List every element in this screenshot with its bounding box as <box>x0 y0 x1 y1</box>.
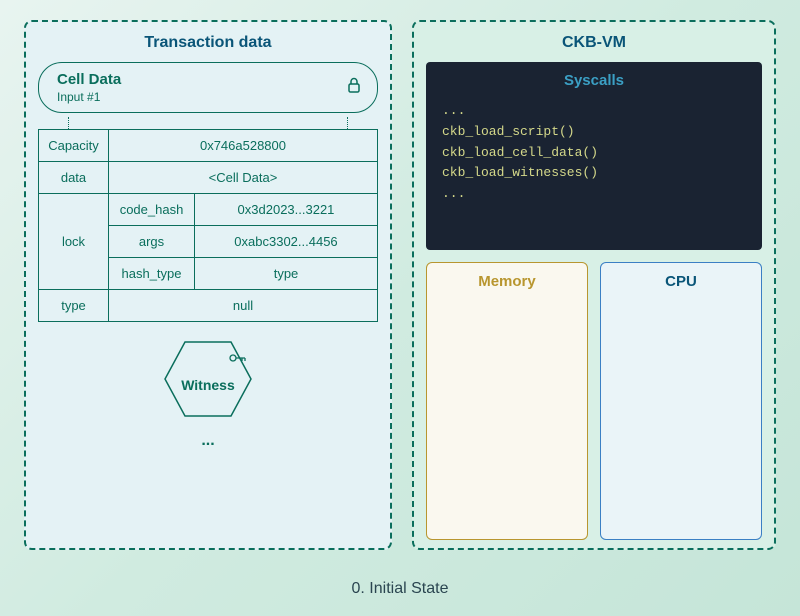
data-value: <Cell Data> <box>109 162 378 194</box>
cell-data-title: Cell Data <box>57 71 359 88</box>
code-hash-value: 0x3d2023...3221 <box>195 194 378 226</box>
row-type: type null <box>39 290 378 322</box>
lock-icon <box>347 77 361 93</box>
syscalls-title: Syscalls <box>442 72 746 89</box>
vm-title: CKB-VM <box>426 34 762 52</box>
row-capacity: Capacity 0x746a528800 <box>39 130 378 162</box>
hash-type-label: hash_type <box>109 258 195 290</box>
syscall-line: ... <box>442 101 746 122</box>
row-data: data <Cell Data> <box>39 162 378 194</box>
witness-hexagon: Witness <box>163 340 253 418</box>
cell-table: Capacity 0x746a528800 data <Cell Data> l… <box>38 129 378 322</box>
lock-label: lock <box>39 194 109 290</box>
code-hash-label: code_hash <box>109 194 195 226</box>
syscalls-box: Syscalls ... ckb_load_script() ckb_load_… <box>426 62 762 250</box>
syscall-line: ckb_load_witnesses() <box>442 163 746 184</box>
data-label: data <box>39 162 109 194</box>
transaction-data-panel: Transaction data Cell Data Input #1 Capa… <box>24 20 392 550</box>
type-value: null <box>109 290 378 322</box>
cpu-box: CPU <box>600 262 762 540</box>
args-label: args <box>109 226 195 258</box>
capacity-label: Capacity <box>39 130 109 162</box>
syscall-line: ckb_load_script() <box>442 122 746 143</box>
memory-label: Memory <box>478 273 536 290</box>
memory-box: Memory <box>426 262 588 540</box>
ckb-vm-panel: CKB-VM Syscalls ... ckb_load_script() ck… <box>412 20 776 550</box>
type-label: type <box>39 290 109 322</box>
cpu-label: CPU <box>665 273 697 290</box>
syscall-line: ... <box>442 184 746 205</box>
args-value: 0xabc3302...4456 <box>195 226 378 258</box>
hash-type-value: type <box>195 258 378 290</box>
row-lock-code-hash: lock code_hash 0x3d2023...3221 <box>39 194 378 226</box>
cell-data-pill: Cell Data Input #1 <box>38 62 378 113</box>
connector-dots <box>68 117 348 129</box>
capacity-value: 0x746a528800 <box>109 130 378 162</box>
cell-data-subtitle: Input #1 <box>57 90 359 104</box>
witness-label: Witness <box>181 377 235 393</box>
state-caption: 0. Initial State <box>0 580 800 598</box>
more-ellipsis: ... <box>201 432 214 450</box>
syscall-line: ckb_load_cell_data() <box>442 143 746 164</box>
syscalls-code: ... ckb_load_script() ckb_load_cell_data… <box>442 101 746 205</box>
tx-title: Transaction data <box>38 34 378 52</box>
